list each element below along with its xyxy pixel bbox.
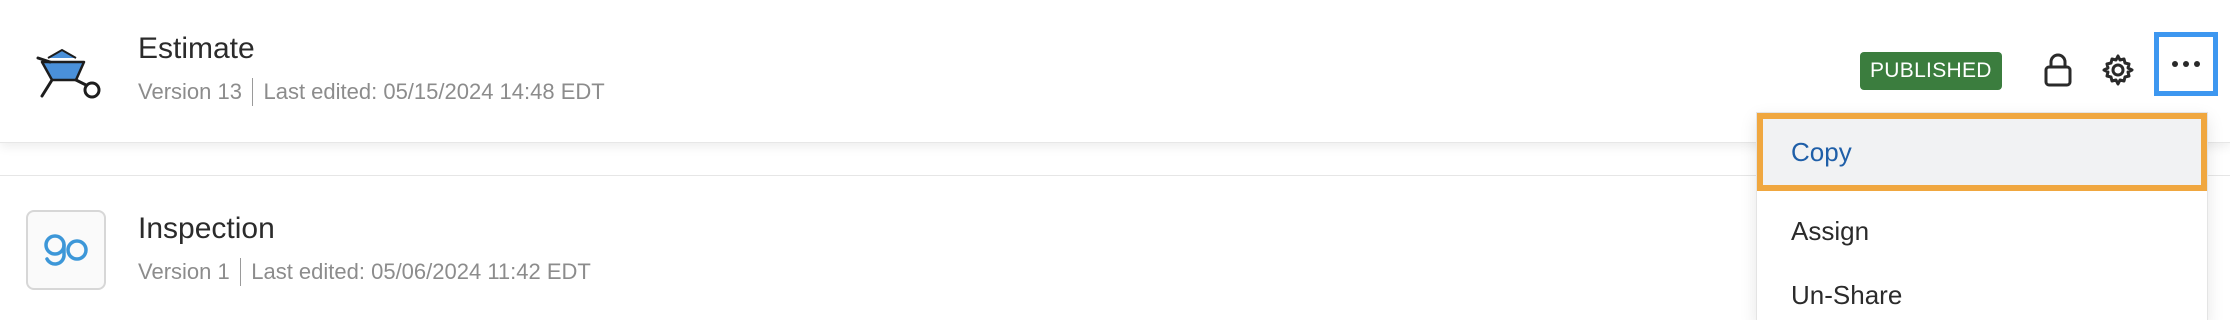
gear-icon[interactable]	[2098, 48, 2138, 92]
template-title[interactable]: Inspection	[138, 212, 275, 246]
menu-item-copy[interactable]: Copy	[1757, 113, 2207, 191]
more-horizontal-icon	[2172, 61, 2200, 67]
version-label: Version 13	[138, 79, 242, 104]
template-meta: Version 13 Last edited: 05/15/2024 14:48…	[138, 78, 605, 106]
go-logo-icon	[26, 210, 106, 290]
lock-icon[interactable]	[2038, 48, 2078, 92]
last-edited-label: Last edited: 05/06/2024 11:42 EDT	[251, 259, 591, 284]
meta-divider	[239, 258, 242, 286]
last-edited-label: Last edited: 05/15/2024 14:48 EDT	[263, 79, 605, 104]
templates-list: Estimate Version 13 Last edited: 05/15/2…	[0, 0, 2230, 320]
menu-item-unshare[interactable]: Un-Share	[1757, 263, 2207, 320]
version-label: Version 1	[138, 259, 230, 284]
wheelbarrow-icon	[28, 30, 108, 110]
template-title[interactable]: Estimate	[138, 32, 255, 66]
menu-item-assign[interactable]: Assign	[1757, 199, 2207, 263]
more-options-button[interactable]	[2154, 32, 2218, 96]
more-options-menu: Copy Assign Un-Share	[1756, 112, 2208, 320]
meta-divider	[251, 78, 254, 106]
status-badge: PUBLISHED	[1860, 52, 2002, 90]
template-meta: Version 1 Last edited: 05/06/2024 11:42 …	[138, 258, 591, 286]
